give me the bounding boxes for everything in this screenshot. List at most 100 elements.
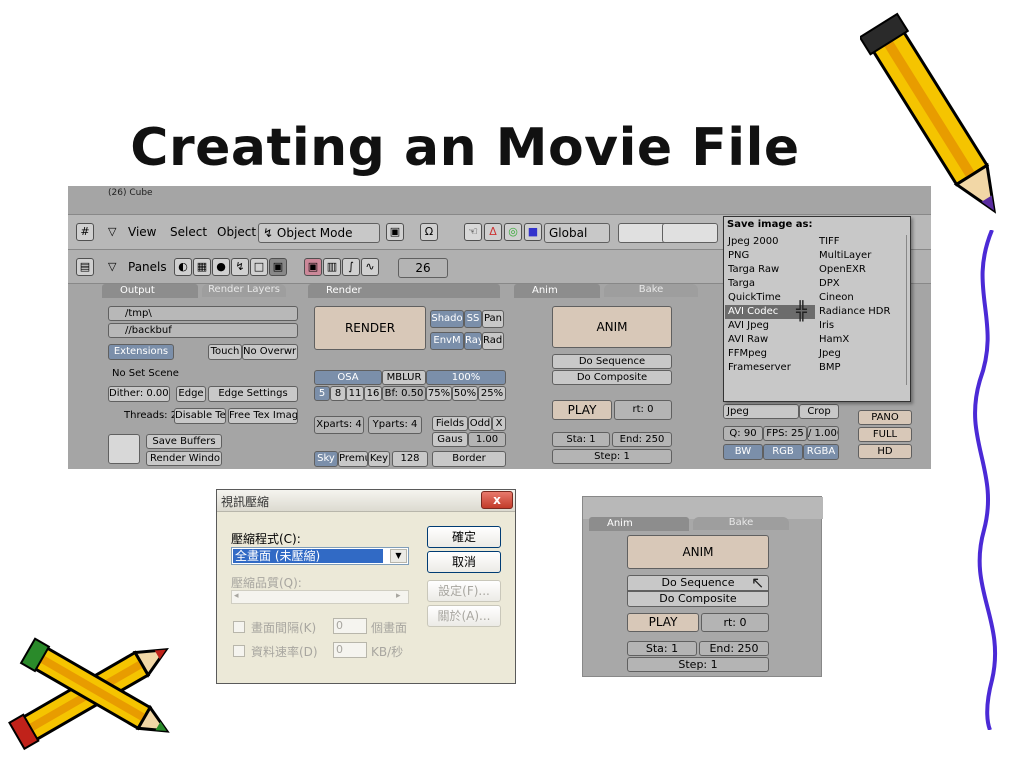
menu-view[interactable]: View bbox=[128, 225, 156, 239]
close-button[interactable]: x bbox=[481, 491, 513, 509]
dispview-grid[interactable] bbox=[108, 434, 140, 464]
datarate-field[interactable]: 0 bbox=[333, 642, 367, 658]
touch-toggle[interactable]: Touch bbox=[208, 344, 242, 360]
key-toggle[interactable]: Key bbox=[368, 451, 390, 467]
percent-50[interactable]: 50% bbox=[452, 386, 478, 401]
layer-buttons-b[interactable] bbox=[662, 223, 718, 243]
object-icon[interactable]: ↯ bbox=[231, 258, 249, 276]
filter-dropdown[interactable]: Gaus bbox=[432, 432, 468, 447]
save-buffers-toggle[interactable]: Save Buffers bbox=[146, 434, 222, 449]
tab-render-layers[interactable]: Render Layers bbox=[202, 284, 286, 297]
fields-toggle[interactable]: Fields bbox=[432, 416, 468, 431]
anim-button[interactable]: ANIM bbox=[627, 535, 769, 569]
format-option-iris[interactable]: Iris bbox=[816, 319, 906, 333]
osa-toggle[interactable]: OSA bbox=[314, 370, 382, 385]
ray-toggle[interactable]: Ray bbox=[464, 332, 482, 350]
bit-depth-dropdown[interactable]: 128 bbox=[392, 451, 428, 467]
osa-5[interactable]: 5 bbox=[314, 386, 330, 401]
envmap-toggle[interactable]: EnvM bbox=[430, 332, 464, 350]
format-option-avi-raw[interactable]: AVI Raw bbox=[725, 333, 815, 347]
rgba-toggle[interactable]: RGBA bbox=[803, 444, 839, 460]
about-button[interactable]: 關於(A)... bbox=[427, 605, 501, 627]
rgb-toggle[interactable]: RGB bbox=[763, 444, 803, 460]
hd-button[interactable]: HD bbox=[858, 444, 912, 459]
filter-size-field[interactable]: 1.00 bbox=[468, 432, 506, 447]
render-icon[interactable]: ▣ bbox=[304, 258, 322, 276]
output-path-field[interactable]: /tmp\ bbox=[108, 306, 298, 321]
configure-button[interactable]: 設定(F)... bbox=[427, 580, 501, 602]
backbuf-path-field[interactable]: //backbuf bbox=[108, 323, 298, 338]
format-dropdown[interactable]: Jpeg bbox=[723, 404, 799, 419]
start-frame-field[interactable]: Sta: 1 bbox=[552, 432, 610, 447]
tab-render[interactable]: Render bbox=[308, 284, 500, 298]
collapse-triangle-icon[interactable]: ▽ bbox=[108, 260, 116, 273]
format-option-hamx[interactable]: HamX bbox=[816, 333, 906, 347]
radio-toggle[interactable]: Radi bbox=[482, 332, 504, 350]
fps-field[interactable]: FPS: 25 bbox=[763, 426, 807, 441]
crop-toggle[interactable]: Crop bbox=[799, 404, 839, 419]
blur-factor-field[interactable]: Bf: 0.50 bbox=[382, 386, 426, 401]
free-tex-toggle[interactable]: Free Tex Imag bbox=[228, 408, 298, 424]
ok-button[interactable]: 確定 bbox=[427, 526, 501, 548]
format-option-png[interactable]: PNG bbox=[725, 249, 815, 263]
format-option-cineon[interactable]: Cineon bbox=[816, 291, 906, 305]
logic-icon[interactable]: ◐ bbox=[174, 258, 192, 276]
hand-icon[interactable]: ☜ bbox=[464, 223, 482, 241]
menu-select[interactable]: Select bbox=[170, 225, 207, 239]
render-window-dropdown[interactable]: Render Windo bbox=[146, 451, 222, 466]
sequencer-icon[interactable]: ∿ bbox=[361, 258, 379, 276]
start-frame-field[interactable]: Sta: 1 bbox=[627, 641, 697, 656]
rt-field[interactable]: rt: 0 bbox=[614, 400, 672, 420]
format-option-frameserver[interactable]: Frameserver bbox=[725, 361, 815, 375]
codec-select[interactable]: 全畫面 (未壓縮) ▼ bbox=[231, 547, 409, 565]
do-composite-toggle[interactable]: Do Composite bbox=[552, 370, 672, 385]
format-option-multilayer[interactable]: MultiLayer bbox=[816, 249, 906, 263]
full-button[interactable]: FULL bbox=[858, 427, 912, 442]
shading-icon[interactable]: ● bbox=[212, 258, 230, 276]
edge-toggle[interactable]: Edge bbox=[176, 386, 206, 402]
dither-field[interactable]: Dither: 0.000 bbox=[108, 386, 170, 402]
percent-25[interactable]: 25% bbox=[478, 386, 506, 401]
do-composite-toggle[interactable]: Do Composite bbox=[627, 591, 769, 607]
rotate-icon[interactable]: ◎ bbox=[504, 223, 522, 241]
border-toggle[interactable]: Border bbox=[432, 451, 506, 467]
osa-11[interactable]: 11 bbox=[346, 386, 364, 401]
fps-base-field[interactable]: / 1.000 bbox=[807, 426, 839, 441]
format-option-dpx[interactable]: DPX bbox=[816, 277, 906, 291]
script-icon[interactable]: ▦ bbox=[193, 258, 211, 276]
no-overwrite-toggle[interactable]: No Overwrit bbox=[242, 344, 298, 360]
disable-tex-toggle[interactable]: Disable Te bbox=[174, 408, 226, 424]
draw-type-icon[interactable]: ▣ bbox=[386, 223, 404, 241]
format-option-openexr[interactable]: OpenEXR bbox=[816, 263, 906, 277]
quality-slider[interactable]: ◂ ▸ bbox=[231, 590, 409, 604]
x-toggle[interactable]: X bbox=[492, 416, 506, 431]
orientation-dropdown[interactable]: Global bbox=[544, 223, 610, 243]
format-option-jpeg[interactable]: Jpeg bbox=[816, 347, 906, 361]
percent-75[interactable]: 75% bbox=[426, 386, 452, 401]
format-option-ffmpeg[interactable]: FFMpeg bbox=[725, 347, 815, 361]
chevron-down-icon[interactable]: ▼ bbox=[390, 549, 407, 563]
anim-button[interactable]: ANIM bbox=[552, 306, 672, 348]
rt-field[interactable]: rt: 0 bbox=[701, 613, 769, 632]
format-option-targa-raw[interactable]: Targa Raw bbox=[725, 263, 815, 277]
window-type-icon[interactable]: ▤ bbox=[76, 258, 94, 276]
scale-icon[interactable]: ■ bbox=[524, 223, 542, 241]
step-field[interactable]: Step: 1 bbox=[627, 657, 769, 672]
frame-number-field[interactable]: 26 bbox=[398, 258, 448, 278]
play-button[interactable]: PLAY bbox=[627, 613, 699, 632]
sound-icon[interactable]: ∫ bbox=[342, 258, 360, 276]
osa-8[interactable]: 8 bbox=[330, 386, 346, 401]
shadow-toggle[interactable]: Shado bbox=[430, 310, 464, 328]
resolution-percent-toggle[interactable]: 100% bbox=[426, 370, 506, 385]
edge-settings-button[interactable]: Edge Settings bbox=[208, 386, 298, 402]
osa-16[interactable]: 16 bbox=[364, 386, 382, 401]
pano-button[interactable]: PANO bbox=[858, 410, 912, 425]
translate-icon[interactable]: Δ bbox=[484, 223, 502, 241]
sky-toggle[interactable]: Sky bbox=[314, 451, 338, 467]
editing-icon[interactable]: □ bbox=[250, 258, 268, 276]
pivot-icon[interactable]: Ω bbox=[420, 223, 438, 241]
pan-toggle[interactable]: Pan bbox=[482, 310, 504, 328]
extensions-toggle[interactable]: Extensions bbox=[108, 344, 174, 360]
tab-anim[interactable]: Anim bbox=[514, 284, 600, 298]
quality-field[interactable]: Q: 90 bbox=[723, 426, 763, 441]
